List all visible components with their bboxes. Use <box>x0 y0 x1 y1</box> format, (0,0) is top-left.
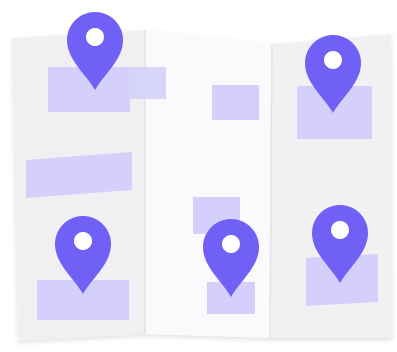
map-block <box>26 152 132 198</box>
folded-map-illustration <box>0 0 397 352</box>
map-block <box>128 67 166 99</box>
map-icon <box>12 12 392 341</box>
map-block <box>212 85 259 120</box>
